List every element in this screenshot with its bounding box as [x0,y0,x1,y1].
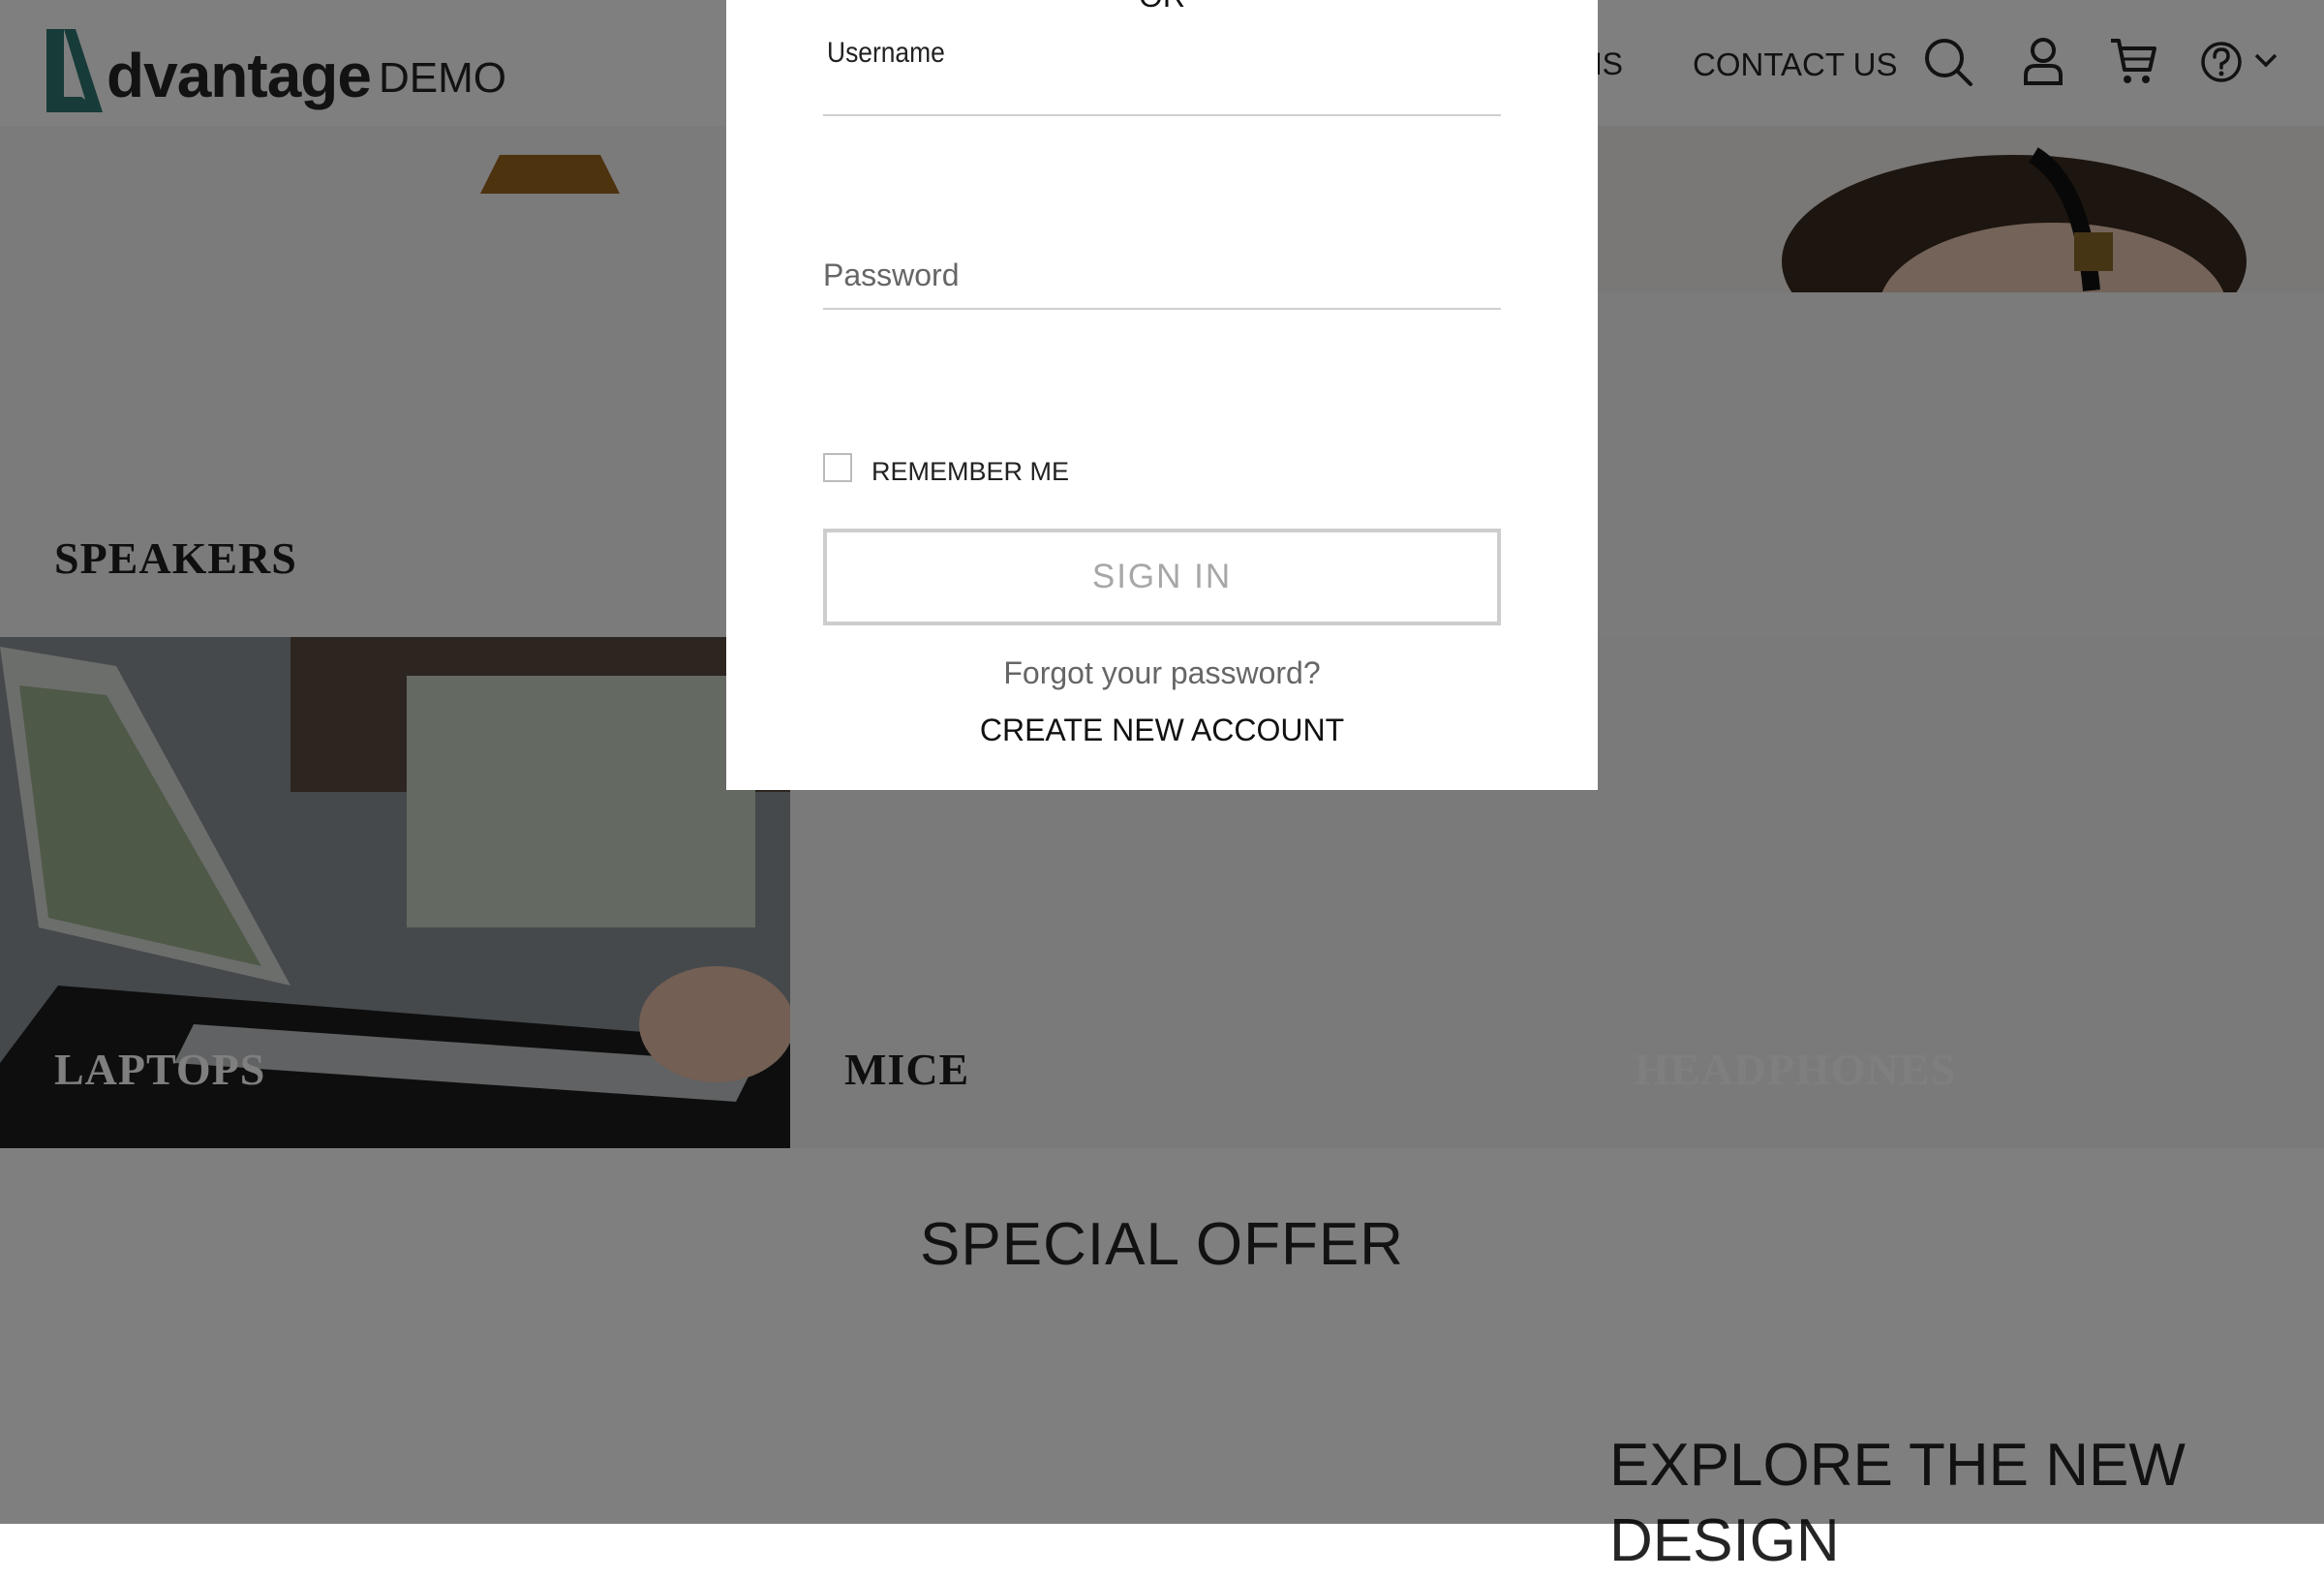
username-input[interactable] [823,72,1501,110]
login-modal: OR Username REMEMBER ME SIGN IN Forgot y… [726,0,1598,790]
password-underline [823,308,1501,310]
page: dvantage DEMO MS CONTACT US [0,0,2324,1574]
create-account-link[interactable]: CREATE NEW ACCOUNT [726,713,1598,748]
username-underline [823,114,1501,116]
or-separator: OR [726,0,1598,15]
sign-in-button[interactable]: SIGN IN [823,529,1501,625]
remember-me-checkbox[interactable] [823,453,852,482]
forgot-password-link[interactable]: Forgot your password? [726,655,1598,691]
password-input[interactable] [823,254,1501,296]
remember-me-label[interactable]: REMEMBER ME [872,457,1069,487]
username-label: Username [827,37,945,69]
